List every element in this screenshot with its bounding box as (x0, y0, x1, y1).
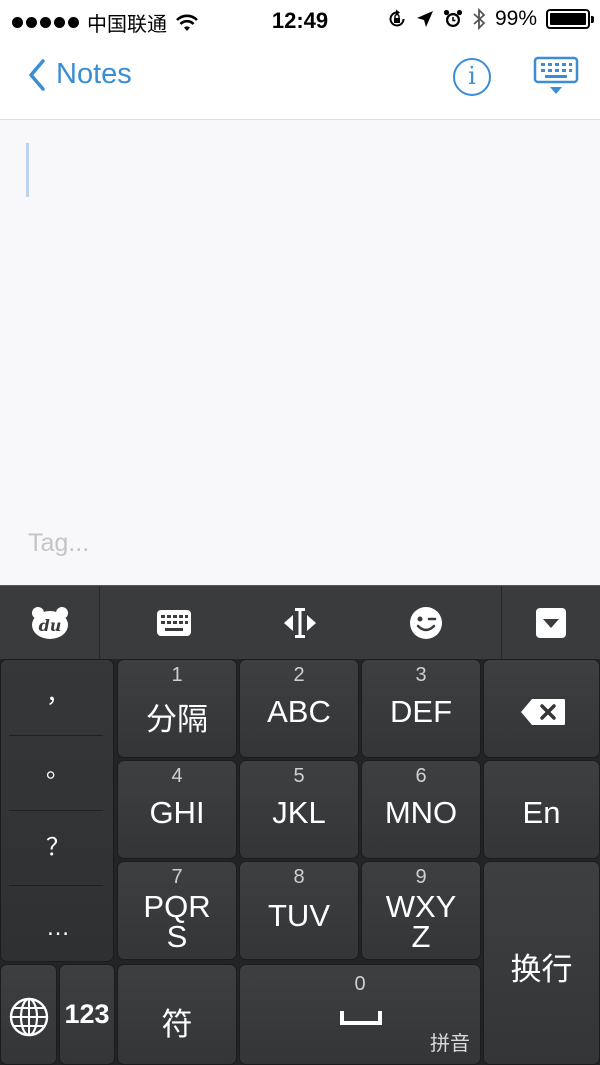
key-number: 0 (354, 973, 366, 995)
keyboard: du ， 。 ？ … 1 分隔 2 ABC 3 DEF 4 GHI 5 JKL … (0, 585, 600, 1065)
key-5-jkl[interactable]: 5 JKL (239, 760, 359, 859)
keyboard-toolbar: du (0, 585, 600, 660)
emoji-button[interactable] (376, 586, 476, 660)
newline-key[interactable]: 换行 (483, 861, 600, 1065)
key-1-separator[interactable]: 1 分隔 (117, 659, 237, 758)
symbols-key[interactable]: 符 (117, 964, 237, 1065)
key-question[interactable]: ？ (1, 810, 115, 885)
battery-level-fill (550, 13, 586, 25)
globe-icon (9, 997, 49, 1037)
key-3-def[interactable]: 3 DEF (361, 659, 481, 758)
key-label: GHI (149, 795, 205, 830)
rotation-lock-icon (389, 9, 405, 27)
battery-percent: 99% (494, 7, 537, 30)
key-number: 7 (171, 866, 183, 888)
key-number: 9 (415, 866, 427, 888)
emoji-icon (410, 607, 442, 639)
key-label: MNO (384, 795, 458, 830)
key-label: TUV (268, 898, 330, 933)
hide-keyboard-button[interactable] (533, 56, 579, 98)
key-number: 5 (293, 765, 305, 787)
number-mode-key[interactable]: 123 (59, 964, 115, 1065)
battery-icon (546, 9, 594, 29)
key-6-mno[interactable]: 6 MNO (361, 760, 481, 859)
key-number: 4 (171, 765, 183, 787)
note-editor[interactable]: Tag... (0, 121, 600, 585)
svg-text:du: du (38, 616, 61, 635)
key-label: En (522, 795, 561, 830)
space-key[interactable]: 0 拼音 (239, 964, 481, 1065)
key-label: ABC (267, 694, 331, 729)
baidu-du-icon: du (31, 607, 68, 639)
key-label: 分隔 (146, 702, 208, 737)
globe-key[interactable] (0, 964, 57, 1065)
location-arrow-icon (416, 11, 433, 27)
key-label: JKL (272, 795, 326, 830)
collapse-keyboard-button[interactable] (502, 586, 600, 660)
key-number: 3 (415, 664, 427, 686)
key-label: 换行 (510, 952, 573, 987)
key-9-wxyz[interactable]: 9 WXY Z (361, 861, 481, 960)
key-2-abc[interactable]: 2 ABC (239, 659, 359, 758)
punctuation-column: ， 。 ？ … (0, 659, 114, 962)
key-number: 2 (293, 664, 305, 686)
cursor-move-icon (284, 608, 316, 638)
chevron-left-icon (29, 58, 45, 91)
key-number: 1 (171, 664, 183, 686)
info-button[interactable]: i (453, 58, 491, 96)
baidu-logo-button[interactable]: du (0, 586, 99, 660)
bluetooth-icon (473, 8, 486, 30)
key-label: 符 (161, 1007, 193, 1042)
key-number: 8 (293, 866, 305, 888)
input-mode-label: 拼音 (430, 1033, 470, 1055)
backspace-icon (521, 699, 565, 725)
key-4-ghi[interactable]: 4 GHI (117, 760, 237, 859)
back-button[interactable]: Notes (28, 58, 132, 91)
key-label: S (166, 919, 188, 954)
tag-field[interactable]: Tag... (28, 529, 89, 558)
key-label: 123 (64, 999, 110, 1029)
text-cursor (26, 143, 29, 197)
key-ellipsis[interactable]: … (1, 885, 115, 960)
key-grid: ， 。 ？ … 1 分隔 2 ABC 3 DEF 4 GHI 5 JKL 6 M… (0, 659, 600, 1065)
key-number: 6 (415, 765, 427, 787)
backspace-key[interactable] (483, 659, 600, 758)
status-right: 99% (387, 7, 594, 31)
alarm-icon (443, 9, 463, 27)
key-comma[interactable]: ， (1, 660, 115, 735)
cursor-move-button[interactable] (250, 586, 350, 660)
key-7-pqrs[interactable]: 7 PQR S (117, 861, 237, 960)
keyboard-icon (157, 610, 191, 636)
dropdown-icon (536, 608, 566, 638)
navigation-bar: Notes i (0, 40, 600, 120)
english-switch-key[interactable]: En (483, 760, 600, 859)
key-label: PQR (143, 889, 211, 924)
key-label: DEF (390, 694, 452, 729)
key-period[interactable]: 。 (1, 735, 115, 810)
keyboard-switch-button[interactable] (124, 586, 224, 660)
key-label: Z (411, 919, 431, 954)
key-8-tuv[interactable]: 8 TUV (239, 861, 359, 960)
space-bar-icon (340, 1011, 382, 1025)
back-label: Notes (56, 58, 132, 90)
status-bar: 中国联通 12:49 99% (0, 0, 600, 40)
key-label: WXY (385, 889, 457, 924)
